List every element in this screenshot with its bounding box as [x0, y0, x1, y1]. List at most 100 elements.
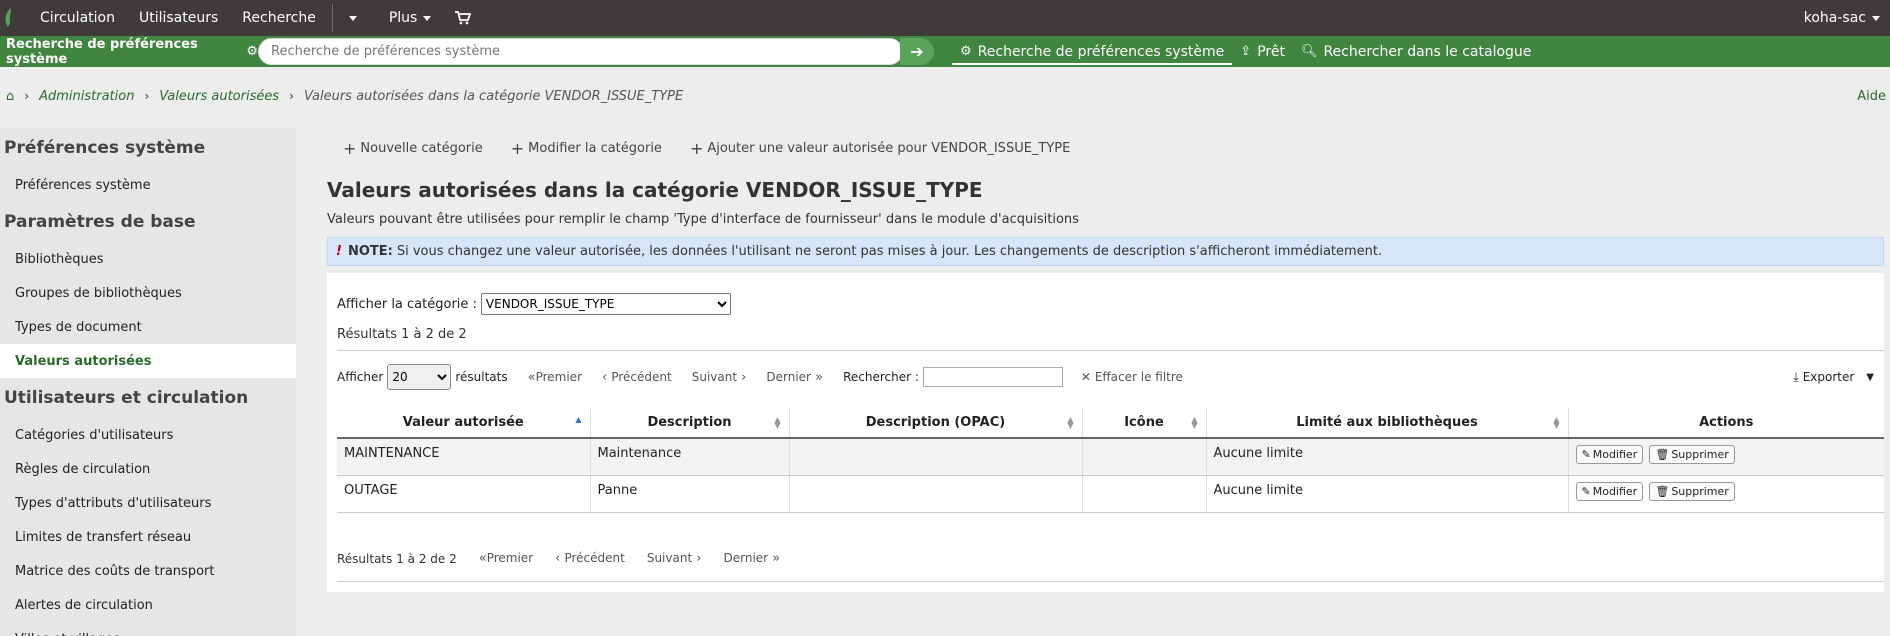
last-page-button[interactable]: Dernier »	[766, 370, 823, 385]
breadcrumb-current: Valeurs autorisées dans la catégorie VEN…	[303, 88, 684, 104]
chevron-left-icon: ‹	[602, 369, 612, 385]
table-row: OUTAGE Panne Aucune limite ✎ Modifier 🗑︎ S…	[337, 475, 1884, 513]
chevron-right-icon: ›	[24, 89, 30, 103]
home-icon[interactable]: ⌂	[6, 89, 14, 104]
sidebar-section-title: Préférences système	[4, 138, 206, 158]
first-page-button[interactable]: «Premier	[479, 551, 533, 566]
breadcrumb-administration[interactable]: Administration	[39, 89, 134, 104]
sidebar-item-authorised-values[interactable]: Valeurs autorisées	[0, 344, 296, 378]
sidebar-item-libraries[interactable]: Bibliothèques	[0, 242, 296, 276]
toolbar: + Nouvelle catégorie + Modifier la catég…	[343, 138, 1098, 158]
col-authorised-value[interactable]: Valeur autorisée ▲	[337, 408, 591, 439]
search-input[interactable]	[258, 38, 903, 65]
clear-filter-button[interactable]: ✕ Effacer le filtre	[1081, 370, 1183, 384]
header-label: Actions	[1699, 415, 1754, 430]
cell-limit: Aucune limite	[1206, 475, 1569, 513]
sidebar-item-patron-attribute-types[interactable]: Types d'attributs d'utilisateurs	[0, 486, 296, 520]
search-submit-button[interactable]: ➔	[900, 38, 934, 65]
results-panel: Afficher la catégorie : VENDOR_ISSUE_TYP…	[327, 273, 1884, 592]
cell-description: Maintenance	[590, 438, 790, 476]
cart-button[interactable]	[443, 0, 483, 36]
sort-icon: ▲ ▼	[774, 415, 781, 430]
edit-label: Modifier	[1592, 448, 1638, 461]
export-button[interactable]: ⤓ Exporter ▼	[1793, 370, 1874, 385]
nav-recherche[interactable]: Recherche	[230, 0, 328, 36]
new-category-button[interactable]: + Nouvelle catégorie	[343, 139, 483, 158]
clear-filter-label: Effacer le filtre	[1094, 370, 1183, 384]
table-search-label: Rechercher :	[843, 370, 919, 384]
breadcrumb: ⌂ › Administration › Valeurs autorisées …	[0, 82, 1890, 110]
last-page-button[interactable]: Dernier »	[724, 551, 781, 566]
page-size-select[interactable]: 20	[387, 364, 452, 390]
col-description-opac[interactable]: Description (OPAC) ▲ ▼	[789, 408, 1083, 439]
search-type-selector[interactable]: Recherche de préférences système ⚙	[0, 36, 258, 67]
sort-icon: ▲ ▼	[1191, 415, 1198, 430]
chevron-right-icon: ›	[737, 369, 747, 385]
koha-logo-icon[interactable]	[0, 0, 22, 36]
nav-utilisateurs[interactable]: Utilisateurs	[127, 0, 230, 36]
sidebar-item-transport-cost-matrix[interactable]: Matrice des coûts de transport	[0, 554, 296, 588]
edit-category-button[interactable]: + Modifier la catégorie	[511, 139, 662, 158]
cell-opac	[789, 438, 1083, 476]
edit-button[interactable]: ✎ Modifier	[1575, 445, 1644, 464]
first-page-button[interactable]: «Premier	[528, 370, 582, 385]
breadcrumb-authorised-values[interactable]: Valeurs autorisées	[159, 89, 279, 104]
chevron-right-icon: ›	[144, 89, 150, 103]
delete-button[interactable]: 🗑︎ Supprimer	[1649, 445, 1735, 464]
search-icon: 🔍︎	[1300, 44, 1318, 59]
edit-button[interactable]: ✎ Modifier	[1575, 481, 1644, 501]
plus-icon: +	[510, 138, 525, 158]
previous-page-button[interactable]: ‹ Précédent	[602, 370, 672, 385]
col-library-limits[interactable]: Limité aux bibliothèques ▲ ▼	[1206, 408, 1569, 439]
sidebar-item-patron-categories[interactable]: Catégories d'utilisateurs	[0, 418, 296, 452]
sidebar-item-library-groups[interactable]: Groupes de bibliothèques	[0, 276, 296, 310]
col-icon[interactable]: Icône ▲ ▼	[1082, 408, 1207, 439]
cart-icon	[455, 11, 472, 25]
delete-button[interactable]: 🗑︎ Supprimer	[1649, 481, 1735, 501]
sidebar-item-cities[interactable]: Villes et villages	[0, 622, 296, 636]
double-chevron-right-icon: »	[811, 369, 824, 385]
sidebar-item-system-preferences[interactable]: Préférences système	[0, 168, 296, 202]
table-controls: Afficher 20 résultats «Premier ‹ Précéde…	[337, 363, 1884, 391]
nav-recherche-dropdown[interactable]	[337, 0, 369, 36]
sort-icon: ▲ ▼	[1553, 415, 1560, 430]
results-label: résultats	[455, 370, 508, 384]
main-content: + Nouvelle catégorie + Modifier la catég…	[327, 128, 1890, 636]
authorised-values-table: Valeur autorisée ▲ Description ▲ ▼ Descript…	[337, 408, 1884, 513]
sidebar-item-circulation-rules[interactable]: Règles de circulation	[0, 452, 296, 486]
cell-description: Panne	[590, 475, 790, 513]
previous-page-button[interactable]: ‹ Précédent	[555, 551, 625, 566]
tab-checkout[interactable]: ⇪ Prêt	[1232, 36, 1293, 67]
search-tabs: ⚙ Recherche de préférences système ⇪ Prê…	[952, 36, 1539, 67]
cell-opac	[789, 475, 1083, 513]
sidebar-item-transfer-limits[interactable]: Limites de transfert réseau	[0, 520, 296, 554]
page-description: Valeurs pouvant être utilisées pour remp…	[327, 212, 1079, 227]
table-footer: Résultats 1 à 2 de 2 «Premier ‹ Précéden…	[337, 551, 780, 566]
results-count-bottom: Résultats 1 à 2 de 2	[337, 551, 457, 566]
sidebar-item-circulation-alerts[interactable]: Alertes de circulation	[0, 588, 296, 622]
user-menu[interactable]: koha-sac	[1804, 0, 1880, 36]
tab-label: Recherche de préférences système	[977, 43, 1225, 60]
next-page-button[interactable]: Suivant ›	[647, 551, 702, 566]
cell-actions: ✎ Modifier 🗑︎ Supprimer	[1568, 475, 1884, 513]
sidebar-item-item-types[interactable]: Types de document	[0, 310, 296, 344]
chevron-right-icon: ›	[692, 551, 702, 566]
double-chevron-left-icon: «	[478, 551, 487, 566]
help-link[interactable]: Aide	[1857, 89, 1886, 104]
category-select[interactable]: VENDOR_ISSUE_TYPE	[480, 293, 731, 315]
header-label: Limité aux bibliothèques	[1296, 415, 1478, 430]
category-filter: Afficher la catégorie : VENDOR_ISSUE_TYP…	[337, 293, 731, 315]
nav-plus[interactable]: Plus	[369, 0, 444, 36]
tab-catalog-search[interactable]: 🔍︎ Rechercher dans le catalogue	[1293, 36, 1539, 67]
new-category-label: Nouvelle catégorie	[360, 140, 483, 156]
page-title: Valeurs autorisées dans la catégorie VEN…	[327, 178, 983, 202]
next-page-button[interactable]: Suivant ›	[692, 370, 747, 385]
col-description[interactable]: Description ▲ ▼	[590, 408, 790, 439]
add-authorised-value-button[interactable]: + Ajouter une valeur autorisée pour VEND…	[690, 139, 1070, 158]
nav-circulation[interactable]: Circulation	[22, 0, 127, 36]
edit-label: Modifier	[1592, 484, 1638, 498]
gears-icon: ⚙	[960, 44, 972, 59]
tab-syspref-search[interactable]: ⚙ Recherche de préférences système	[952, 41, 1233, 65]
trash-icon: 🗑︎	[1655, 484, 1670, 498]
table-search-input[interactable]	[922, 367, 1063, 387]
